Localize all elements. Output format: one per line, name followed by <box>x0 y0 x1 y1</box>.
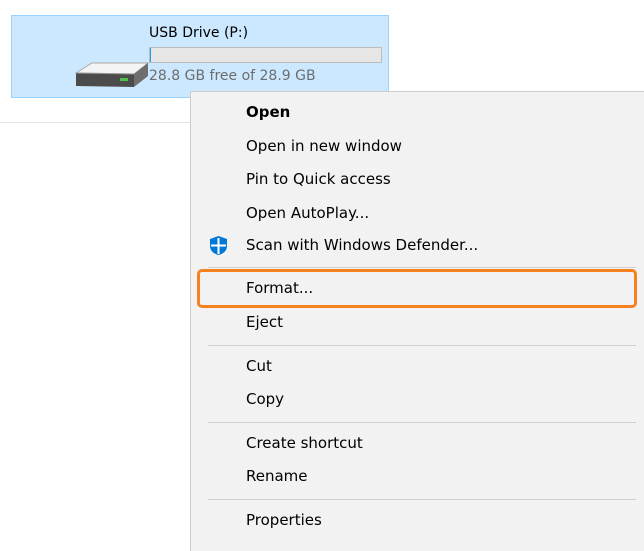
menu-item-label: Open <box>246 103 291 121</box>
menu-item-open[interactable]: Open <box>191 96 636 130</box>
drive-usage-fill <box>150 48 151 62</box>
explorer-separator <box>0 122 200 123</box>
drive-free-space: 28.8 GB free of 28.9 GB <box>149 68 316 84</box>
menu-item-label: Properties <box>246 511 322 529</box>
menu-item-label: Create shortcut <box>246 434 363 452</box>
usb-drive-icon <box>74 62 150 87</box>
menu-item-label: Eject <box>246 313 284 331</box>
drive-name: USB Drive (P:) <box>149 25 249 41</box>
menu-item-label: Copy <box>246 390 285 408</box>
menu-item-cut[interactable]: Cut <box>191 350 636 384</box>
menu-separator <box>208 499 636 500</box>
menu-item-properties[interactable]: Properties <box>191 504 636 538</box>
drive-usage-bar <box>149 47 382 63</box>
menu-item-copy[interactable]: Copy <box>191 383 636 417</box>
format-highlight-outline <box>197 269 637 308</box>
menu-item-label: Open AutoPlay... <box>246 204 370 222</box>
menu-item-rename[interactable]: Rename <box>191 460 636 494</box>
menu-separator <box>208 267 636 268</box>
context-menu: Open Open in new window Pin to Quick acc… <box>190 91 644 551</box>
menu-item-scan-defender[interactable]: Scan with Windows Defender... <box>191 229 636 263</box>
menu-item-create-shortcut[interactable]: Create shortcut <box>191 427 636 461</box>
menu-item-label: Pin to Quick access <box>246 170 391 188</box>
windows-defender-icon <box>210 236 227 255</box>
menu-item-label: Rename <box>246 467 308 485</box>
menu-item-open-new-window[interactable]: Open in new window <box>191 130 636 164</box>
menu-item-pin-quick-access[interactable]: Pin to Quick access <box>191 163 636 197</box>
menu-item-open-autoplay[interactable]: Open AutoPlay... <box>191 197 636 231</box>
menu-item-label: Cut <box>246 357 272 375</box>
menu-item-label: Open in new window <box>246 137 402 155</box>
usb-drive-tile[interactable]: USB Drive (P:) 28.8 GB free of 28.9 GB <box>11 15 389 98</box>
menu-separator <box>208 422 636 423</box>
menu-item-eject[interactable]: Eject <box>191 306 636 340</box>
menu-separator <box>208 345 636 346</box>
menu-item-label: Scan with Windows Defender... <box>246 236 479 254</box>
